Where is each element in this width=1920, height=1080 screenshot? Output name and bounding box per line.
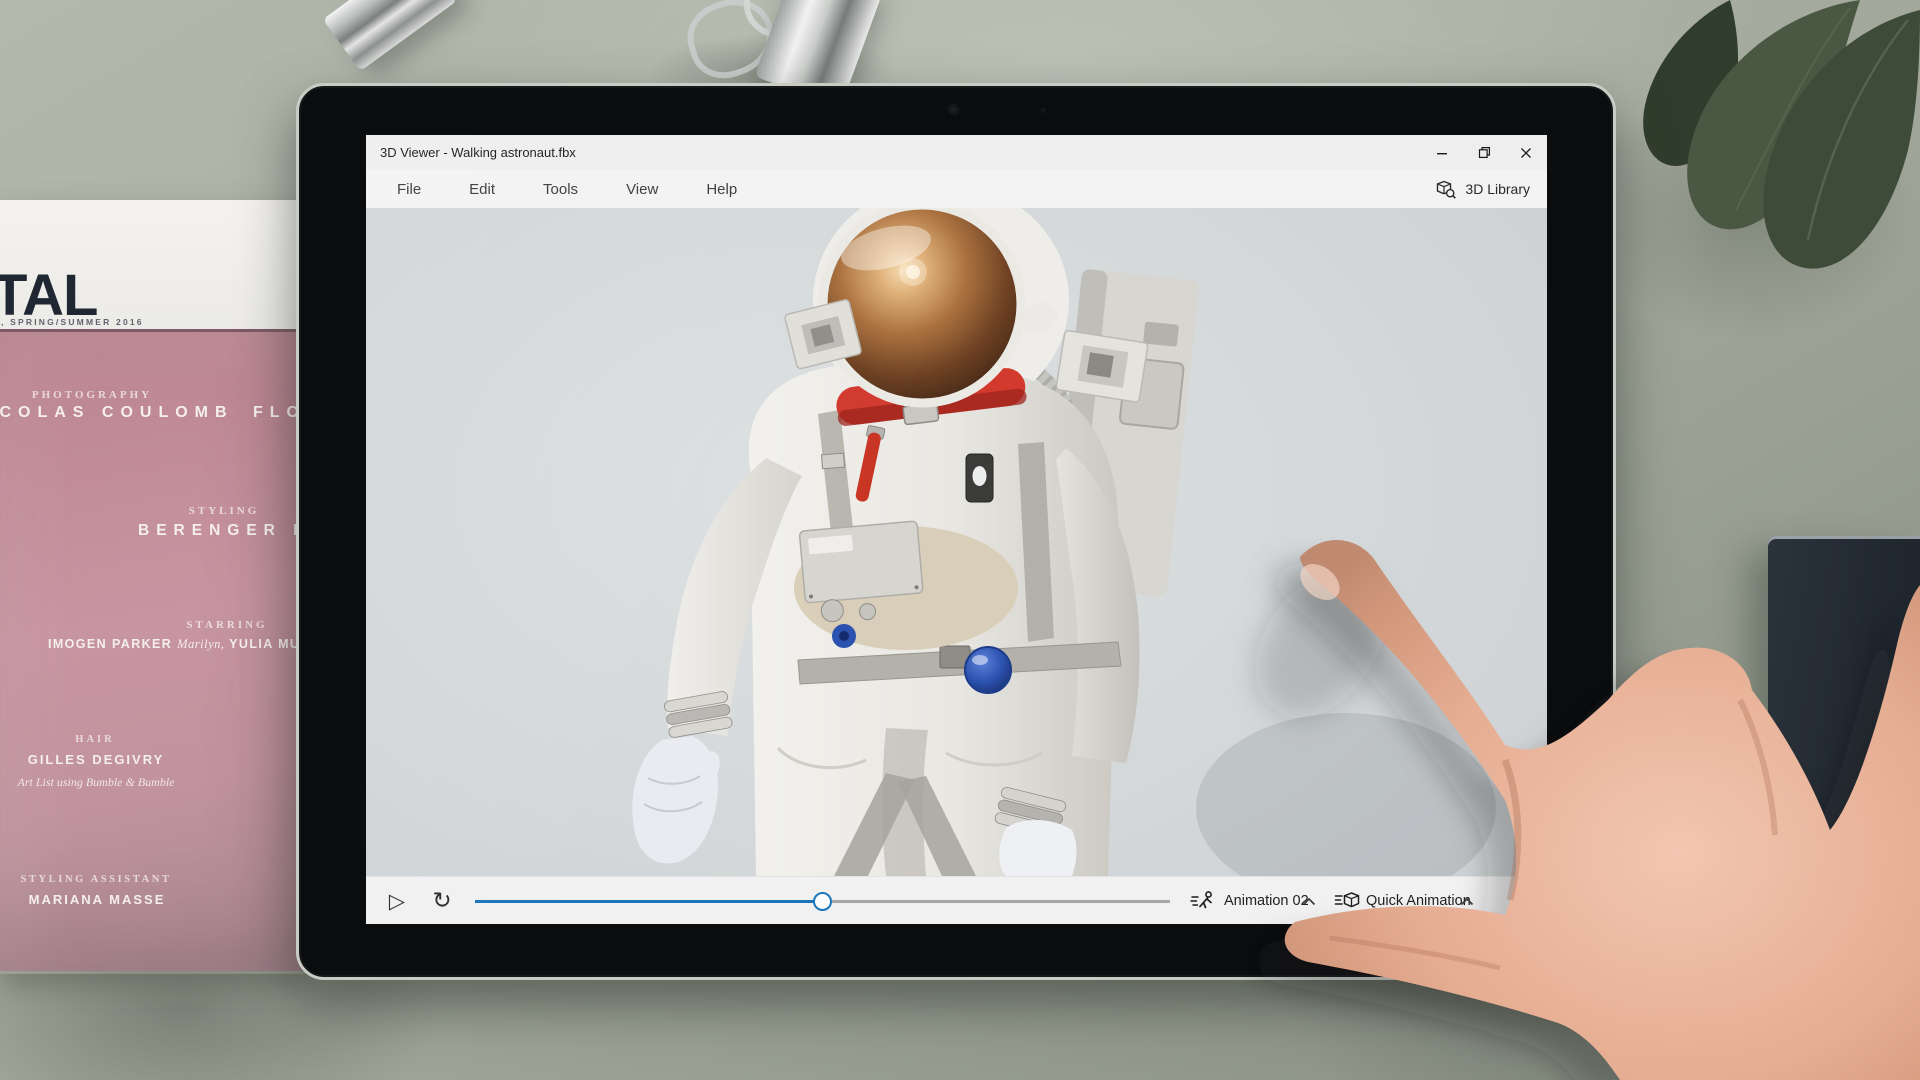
3d-library-button[interactable]: 3D Library — [1436, 180, 1547, 199]
3d-library-icon — [1436, 180, 1457, 199]
timeline-slider[interactable] — [475, 900, 1170, 903]
menu-bar: File Edit Tools View Help 3D Library — [366, 170, 1547, 208]
restore-icon — [1478, 146, 1491, 159]
credit-name: ICOLAS COULOMB — [0, 404, 234, 422]
timeline-thumb[interactable] — [813, 892, 832, 911]
astronaut-right-glove — [999, 820, 1076, 876]
animation-dropdown-chevron[interactable] — [1302, 877, 1316, 924]
play-button[interactable]: ▷ — [378, 877, 416, 924]
quick-animation-icon — [1334, 891, 1361, 911]
chevron-up-icon — [1302, 897, 1316, 906]
credit-heading: STARRING — [127, 619, 310, 631]
notebook — [1768, 536, 1920, 1080]
credit-heading: STYLING — [124, 505, 310, 517]
front-camera — [949, 105, 958, 114]
menu-view[interactable]: View — [626, 181, 658, 198]
menu-tools[interactable]: Tools — [543, 181, 578, 198]
timeline-fill — [475, 900, 823, 904]
close-button[interactable] — [1505, 135, 1547, 170]
animation-dropdown-icon-wrap — [1189, 877, 1216, 924]
binder-clip — [323, 0, 458, 71]
chevron-up-icon — [1460, 897, 1474, 906]
light-sensor — [1041, 108, 1046, 113]
animation-dropdown-label: Animation 02 — [1224, 893, 1309, 909]
menu-help[interactable]: Help — [706, 181, 737, 198]
credit-name: IMOGEN PARKER Marilyn, YULIA MUSIEICHUCK… — [48, 637, 310, 652]
tablet-device: 3D Viewer - Walking astronaut.fbx — [296, 83, 1616, 980]
credit-name: GILLES DEGIVRY — [0, 752, 196, 767]
animation-dropdown[interactable]: Animation 02 — [1224, 877, 1309, 924]
magazine-cover: PHOTOGRAPHY ICOLAS COULOMB FLO STYLING B… — [0, 332, 310, 971]
window-title: 3D Viewer - Walking astronaut.fbx — [380, 145, 576, 160]
quick-animation-chevron[interactable] — [1460, 877, 1474, 924]
credit-name: BERENGER PEL — [138, 522, 310, 540]
magazine-masthead: TAL — [0, 273, 97, 319]
magazine: TAL , SPRING/SUMMER 2016 PHOTOGRAPHY ICO… — [0, 200, 310, 974]
tablet-screen: 3D Viewer - Walking astronaut.fbx — [366, 135, 1547, 924]
credit-heading: HAIR — [0, 734, 195, 745]
desk-scene: TAL , SPRING/SUMMER 2016 PHOTOGRAPHY ICO… — [0, 0, 1920, 1080]
playback-bar: ▷ ↻ Animation 02 — [366, 876, 1547, 924]
restore-button[interactable] — [1463, 135, 1505, 170]
quick-animation-label: Quick Animation — [1366, 893, 1471, 909]
astronaut-blue-valve — [965, 647, 1011, 693]
repeat-button[interactable]: ↻ — [422, 877, 462, 924]
3d-viewport[interactable] — [366, 208, 1547, 876]
play-icon: ▷ — [389, 889, 405, 913]
window-controls — [1421, 135, 1547, 170]
starring-name: IMOGEN PARKER — [48, 637, 172, 651]
magazine-issue-line: , SPRING/SUMMER 2016 — [1, 317, 144, 327]
menu-file[interactable]: File — [397, 181, 421, 198]
astronaut-model — [366, 208, 1547, 876]
credit-name: MARIANA MASSE — [0, 892, 197, 907]
magazine-masthead-band: TAL , SPRING/SUMMER 2016 — [0, 200, 310, 332]
close-icon — [1520, 147, 1532, 159]
running-person-icon — [1189, 890, 1216, 912]
starring-role: Marilyn, — [177, 637, 224, 651]
menu-edit[interactable]: Edit — [469, 181, 495, 198]
3d-library-label: 3D Library — [1465, 181, 1530, 197]
window-titlebar[interactable]: 3D Viewer - Walking astronaut.fbx — [366, 135, 1547, 170]
credit-heading: PHOTOGRAPHY — [0, 389, 192, 401]
credit-subline: Art List using Bumble & Bumble — [0, 775, 246, 790]
astronaut-shoulder-box-right — [1056, 330, 1148, 402]
quick-animation-dropdown[interactable]: Quick Animation — [1366, 877, 1471, 924]
minimize-icon — [1436, 147, 1448, 159]
minimize-button[interactable] — [1421, 135, 1463, 170]
quick-animation-icon-wrap — [1334, 877, 1361, 924]
credit-heading: STYLING ASSISTANT — [0, 874, 196, 885]
repeat-icon: ↻ — [432, 888, 451, 914]
